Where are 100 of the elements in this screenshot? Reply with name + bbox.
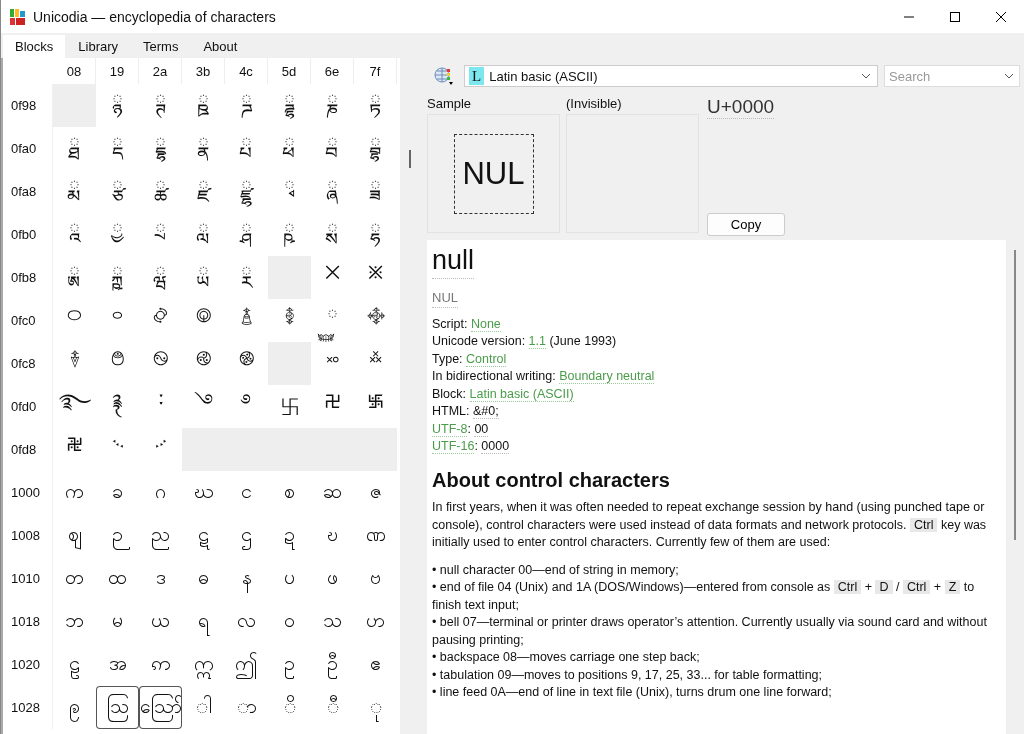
character-cell[interactable]: လ xyxy=(225,600,268,643)
character-cell[interactable]: ◌ྦ xyxy=(311,127,354,170)
character-cell[interactable]: ဦ xyxy=(311,643,354,686)
character-cell[interactable]: ྾ xyxy=(311,256,354,299)
character-cell[interactable]: ဨ xyxy=(53,686,96,729)
character-cell[interactable]: စ xyxy=(268,471,311,514)
character-cell[interactable]: ဉ xyxy=(96,514,139,557)
character-cell[interactable]: န xyxy=(225,557,268,600)
character-cell[interactable]: ဇ xyxy=(354,471,397,514)
character-cell[interactable]: ◌ྪ xyxy=(139,170,182,213)
character-cell[interactable]: ◌ྐྵ xyxy=(96,256,139,299)
character-cell[interactable]: ဟ xyxy=(354,600,397,643)
character-cell[interactable]: ◌ྜ xyxy=(225,84,268,127)
character-cell[interactable]: ࿈ xyxy=(53,342,96,385)
link[interactable]: None xyxy=(470,316,501,332)
character-cell[interactable]: ◌ྼ xyxy=(225,256,268,299)
character-cell[interactable]: ဃ xyxy=(182,471,225,514)
character-cell[interactable]: ယ xyxy=(139,600,182,643)
character-cell[interactable]: ࿖ xyxy=(311,385,354,428)
character-cell[interactable]: ࿗ xyxy=(354,385,397,428)
character-cell[interactable]: ◌ྰ xyxy=(53,213,96,256)
character-cell[interactable]: ࿙ xyxy=(96,428,139,471)
character-cell[interactable]: ࿑ xyxy=(96,385,139,428)
character-cell[interactable]: ◌ྦྷ xyxy=(354,127,397,170)
character-cell[interactable]: ◌ྫྷ xyxy=(225,170,268,213)
character-cell[interactable]: ◌ྮ xyxy=(311,170,354,213)
character-cell[interactable]: ◌ྡ xyxy=(96,127,139,170)
scrollbar-thumb[interactable] xyxy=(1014,250,1017,540)
character-cell[interactable]: ◌ྵ xyxy=(268,213,311,256)
character-cell[interactable]: ࿊ xyxy=(139,342,182,385)
character-cell[interactable]: ဂ xyxy=(139,471,182,514)
character-cell[interactable]: ࿌ xyxy=(225,342,268,385)
character-cell[interactable]: ◌ྯ xyxy=(354,170,397,213)
character-cell[interactable]: ◌ྫ xyxy=(182,170,225,213)
character-cell[interactable]: ခ xyxy=(96,471,139,514)
character-cell[interactable]: ◌ླ xyxy=(182,213,225,256)
character-cell[interactable]: ◌ྱ xyxy=(96,213,139,256)
character-cell[interactable]: ࿚ xyxy=(139,428,182,471)
character-cell[interactable]: ◌ု xyxy=(354,686,397,729)
character-cell[interactable]: ဓ xyxy=(182,557,225,600)
character-cell[interactable]: ဏ xyxy=(354,514,397,557)
character-cell[interactable]: ◌ྟ xyxy=(354,84,397,127)
character-cell[interactable]: ◌ྶ xyxy=(311,213,354,256)
character-cell[interactable]: ࿒ xyxy=(139,385,182,428)
character-cell[interactable]: ࿃ xyxy=(182,299,225,342)
character-cell[interactable]: ◌ྞ xyxy=(311,84,354,127)
character-cell[interactable]: ထ xyxy=(96,557,139,600)
character-cell[interactable]: ဌ xyxy=(225,514,268,557)
character-cell[interactable]: ࿎ xyxy=(311,342,354,385)
character-cell[interactable]: ဎ xyxy=(311,514,354,557)
character-cell[interactable]: ࿇ xyxy=(354,299,397,342)
character-cell[interactable]: ࿄ xyxy=(225,299,268,342)
link[interactable]: Boundary neutral xyxy=(559,369,655,384)
character-cell[interactable]: ဗ xyxy=(354,557,397,600)
link[interactable]: 1.1 xyxy=(528,334,546,349)
copy-button[interactable]: Copy xyxy=(707,213,785,236)
character-cell[interactable]: ◌ྲ xyxy=(139,213,182,256)
character-cell[interactable]: ဖ xyxy=(311,557,354,600)
character-cell[interactable]: ◌ိ xyxy=(268,686,311,729)
character-cell[interactable]: ◌ྩ xyxy=(96,170,139,213)
character-cell[interactable]: တ xyxy=(53,557,96,600)
character-cell[interactable]: ࿏ xyxy=(354,342,397,385)
character-cell[interactable]: ဥ xyxy=(268,643,311,686)
character-cell[interactable]: ◌ီ xyxy=(311,686,354,729)
character-cell[interactable]: ဩ xyxy=(96,686,139,729)
character-cell[interactable]: ဘ xyxy=(53,600,96,643)
character-cell[interactable]: ◌ྴ xyxy=(225,213,268,256)
splitter-handle[interactable] xyxy=(409,150,411,168)
character-cell[interactable]: ◌ာ xyxy=(225,686,268,729)
character-cell[interactable]: ◌ྥ xyxy=(268,127,311,170)
character-cell[interactable]: င xyxy=(225,471,268,514)
character-cell[interactable]: ◌ྭ xyxy=(268,170,311,213)
character-cell[interactable]: ࿀ xyxy=(53,299,96,342)
character-cell[interactable]: ဒ xyxy=(139,557,182,600)
character-cell[interactable]: ◌ྺ xyxy=(139,256,182,299)
character-cell[interactable]: ◌ྜྷ xyxy=(268,84,311,127)
character-cell[interactable]: ྿ xyxy=(354,256,397,299)
character-cell[interactable]: ࿕ xyxy=(268,385,311,428)
character-cell[interactable]: က xyxy=(53,471,96,514)
character-cell[interactable]: ࿔ xyxy=(225,385,268,428)
character-cell[interactable]: ဍ xyxy=(268,514,311,557)
character-cell[interactable]: ◌ྸ xyxy=(53,256,96,299)
character-cell[interactable]: ဆ xyxy=(311,471,354,514)
character-cell[interactable]: ◌ྤ xyxy=(225,127,268,170)
character-cell[interactable]: ဝ xyxy=(268,600,311,643)
character-cell[interactable]: ဋ xyxy=(182,514,225,557)
character-cell[interactable]: ࿓ xyxy=(182,385,225,428)
character-cell[interactable]: ࿅ xyxy=(268,299,311,342)
character-cell[interactable]: သ xyxy=(311,600,354,643)
character-cell[interactable]: ࿁ xyxy=(96,299,139,342)
character-cell[interactable]: ◌ྷ xyxy=(354,213,397,256)
character-cell[interactable]: ◌ྠ xyxy=(53,127,96,170)
character-cell[interactable]: ရ xyxy=(182,600,225,643)
character-cell[interactable]: ◌ྛ xyxy=(182,84,225,127)
character-cell[interactable]: ◌ྨ xyxy=(53,170,96,213)
block-dropdown[interactable]: L Latin basic (ASCII) xyxy=(464,65,878,87)
character-cell[interactable]: ࿂ xyxy=(139,299,182,342)
character-cell[interactable]: ပ xyxy=(268,557,311,600)
search-field[interactable]: Search xyxy=(884,65,1020,87)
character-cell[interactable]: မ xyxy=(96,600,139,643)
